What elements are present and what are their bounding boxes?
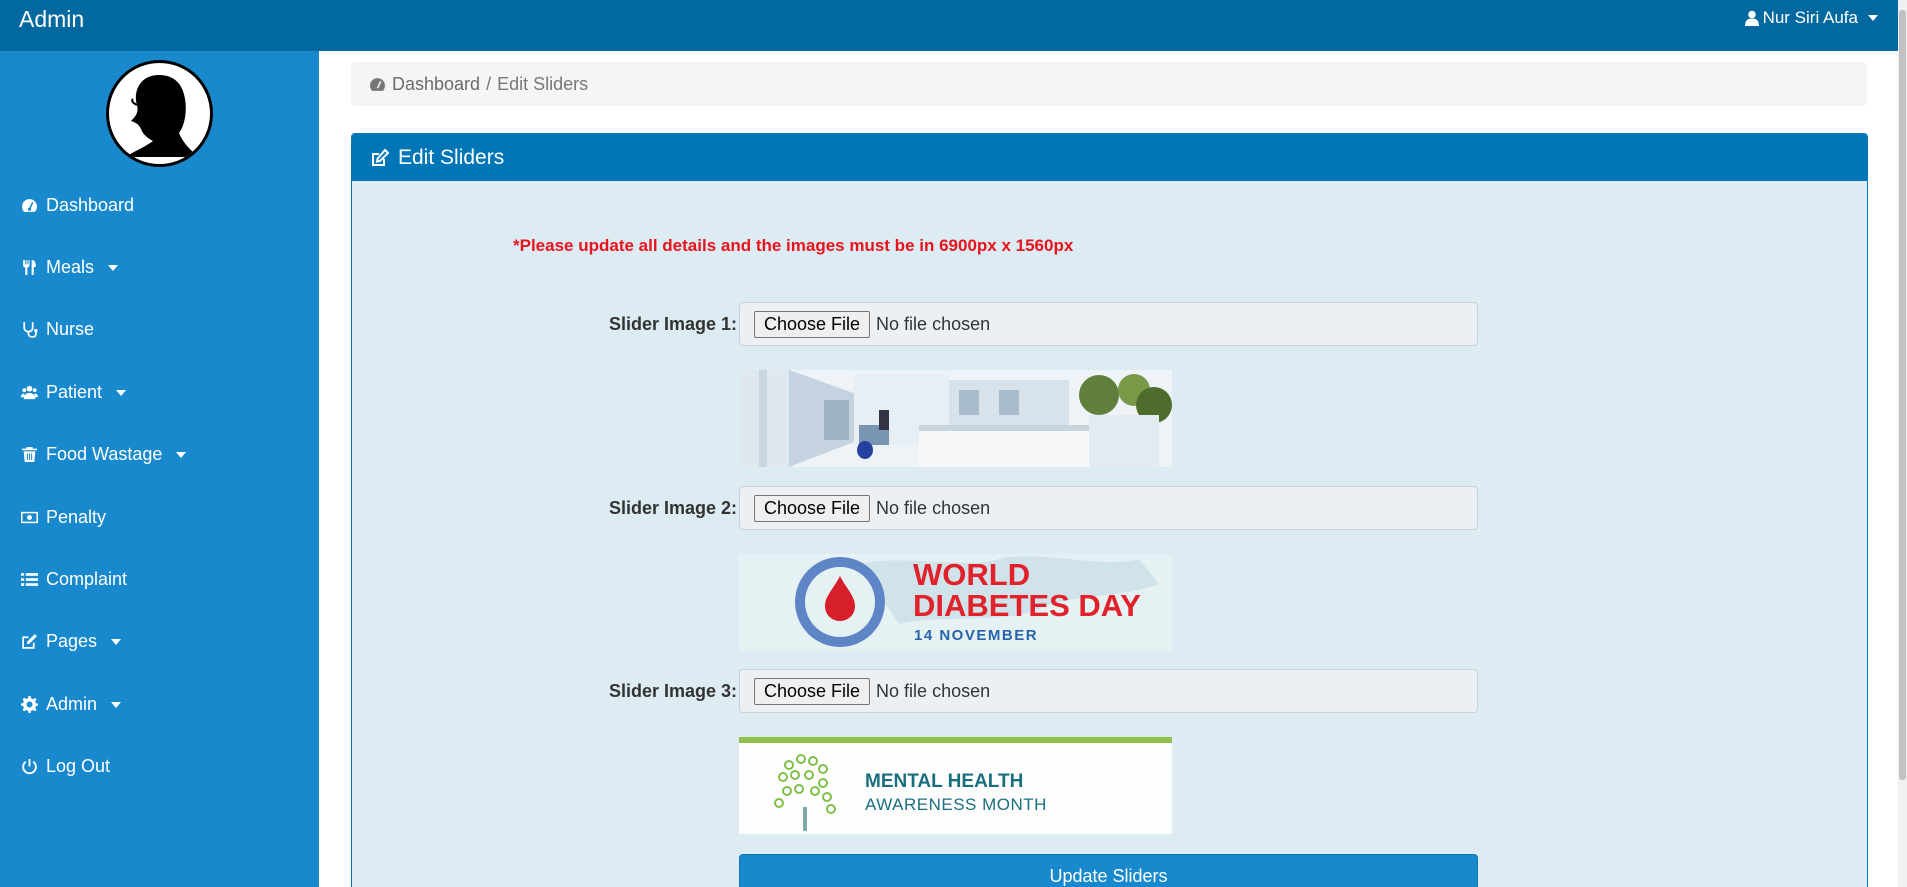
sidebar-item-patient[interactable]: Patient [21,382,127,403]
slider-2-label: Slider Image 2: [608,498,737,518]
sidebar: Dashboard Meals Nurse Patient Food Wasta… [0,51,319,887]
sidebar-item-meals[interactable]: Meals [21,257,119,278]
profile-logo [106,60,213,167]
chevron-down-icon [111,638,122,645]
dashboard-icon [370,77,385,91]
breadcrumb: Dashboard / Edit Sliders [351,62,1867,106]
top-navbar: Admin Nur Siri Aufa [0,0,1898,51]
sidebar-item-label: Meals [46,257,95,277]
breadcrumb-current: Edit Sliders [497,73,589,94]
edit-icon [22,634,37,649]
choose-file-button[interactable]: Choose File [754,677,871,705]
slider-1-preview-image [739,370,1172,467]
slider-1-file-input[interactable]: Choose File No file chosen [739,302,1478,346]
panel-header: Edit Sliders [352,134,1867,181]
sidebar-item-label: Penalty [46,507,107,527]
breadcrumb-separator: / [486,73,492,94]
sidebar-item-label: Complaint [46,569,128,589]
slider-2-preview-image: WORLD DIABETES DAY 14 NOVEMBER [739,554,1172,651]
chevron-down-icon [116,389,127,396]
update-sliders-button[interactable]: Update Sliders [739,854,1478,887]
cutlery-icon [23,260,36,275]
slider-3-image-line2: AWARENESS MONTH [865,795,1047,814]
slider-3-image-line1: MENTAL HEALTH [865,771,1023,792]
sidebar-item-food-wastage[interactable]: Food Wastage [21,444,187,465]
sidebar-item-nurse[interactable]: Nurse [21,319,94,340]
chevron-down-icon [111,701,122,708]
sidebar-item-label: Log Out [46,756,111,776]
sidebar-item-log-out[interactable]: Log Out [21,756,110,777]
sidebar-item-dashboard[interactable]: Dashboard [21,195,134,216]
page-scrollbar[interactable] [1898,0,1907,887]
chevron-down-icon [108,264,119,271]
scrollbar-thumb[interactable] [1899,10,1906,780]
user-menu[interactable]: Nur Siri Aufa [1744,8,1878,28]
gear-icon [21,696,38,713]
sidebar-item-pages[interactable]: Pages [21,631,122,652]
upload-notice: *Please update all details and the image… [513,236,1074,255]
user-icon [1744,10,1759,26]
dashboard-icon [22,199,37,212]
list-icon [21,573,38,586]
sidebar-item-admin[interactable]: Admin [21,694,122,715]
sidebar-item-label: Nurse [46,319,95,339]
file-status: No file chosen [876,313,991,334]
slider-3-file-input[interactable]: Choose File No file chosen [739,669,1478,713]
chevron-down-icon [176,451,187,458]
breadcrumb-home-link[interactable]: Dashboard [392,74,480,95]
sidebar-item-complaint[interactable]: Complaint [21,569,127,590]
sidebar-item-penalty[interactable]: Penalty [21,507,106,528]
stethoscope-icon [23,322,38,338]
sidebar-item-label: Food Wastage [46,444,163,464]
sidebar-item-label: Admin [46,694,98,714]
sidebar-item-label: Pages [46,631,98,651]
main-content: Dashboard / Edit Sliders Edit Sliders *P… [319,51,1898,887]
edit-sliders-panel: Edit Sliders *Please update all details … [351,133,1868,887]
brand-title[interactable]: Admin [19,6,84,33]
edit-icon [372,148,390,166]
slider-2-image-line1: WORLD [913,557,1030,592]
sidebar-item-label: Patient [46,382,103,402]
power-icon [22,759,37,775]
trash-icon [22,447,37,462]
slider-1-label: Slider Image 1: [608,314,737,334]
slider-2-image-line3: 14 NOVEMBER [914,627,1038,644]
choose-file-button[interactable]: Choose File [754,494,871,522]
slider-3-label: Slider Image 3: [608,681,737,701]
file-status: No file chosen [876,680,991,701]
slider-2-file-input[interactable]: Choose File No file chosen [739,486,1478,530]
slider-2-image-line2: DIABETES DAY [913,588,1141,623]
money-icon [21,511,38,524]
sidebar-item-label: Dashboard [46,195,135,215]
choose-file-button[interactable]: Choose File [754,310,871,338]
users-icon [21,385,38,400]
user-name: Nur Siri Aufa [1762,8,1858,27]
file-status: No file chosen [876,497,991,518]
slider-3-preview-image: MENTAL HEALTH AWARENESS MONTH [739,737,1172,834]
panel-title: Edit Sliders [398,145,505,169]
chevron-down-icon [1868,15,1878,21]
